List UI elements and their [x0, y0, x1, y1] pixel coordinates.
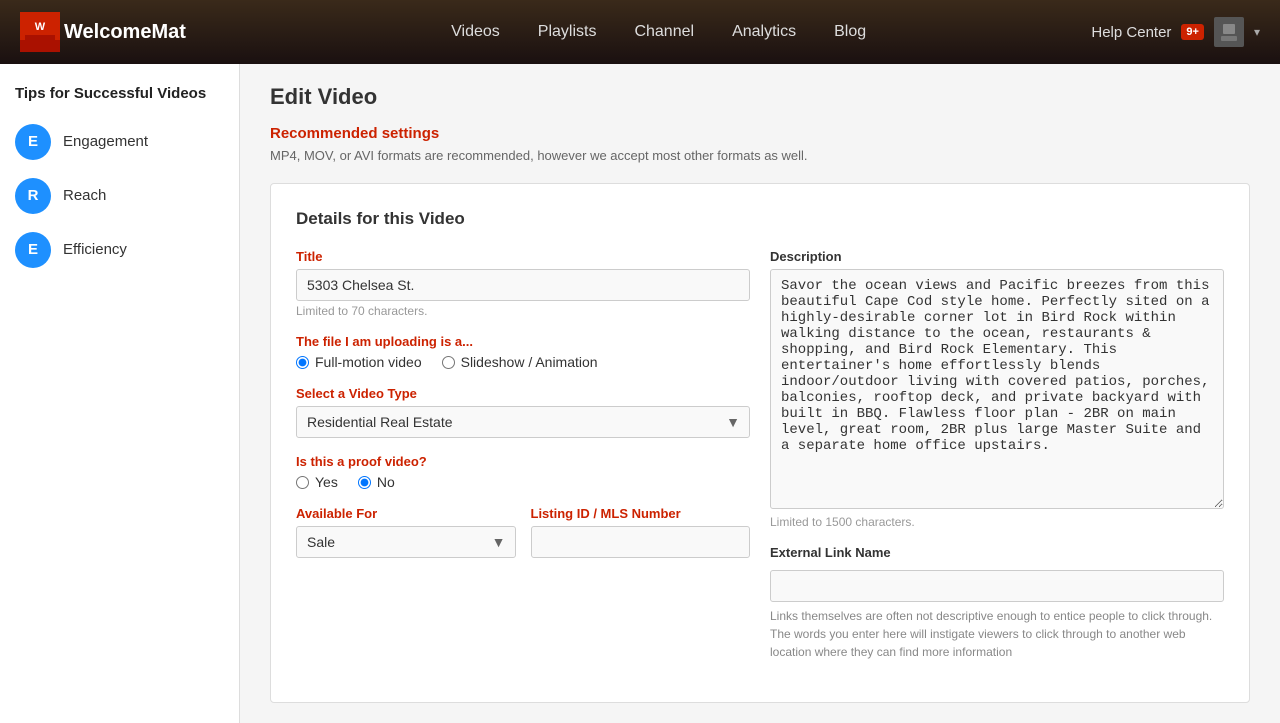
- listing-id-label: Listing ID / MLS Number: [531, 506, 751, 521]
- title-hint: Limited to 70 characters.: [296, 304, 750, 318]
- sidebar-item-efficiency[interactable]: E Efficiency: [15, 232, 224, 268]
- proof-video-label: Is this a proof video?: [296, 454, 750, 469]
- description-label: Description: [770, 249, 1224, 264]
- svg-text:W: W: [35, 21, 46, 33]
- header-right: Help Center 9+ ▾: [1091, 17, 1260, 47]
- form-grid: Title Limited to 70 characters. The file…: [296, 249, 1224, 677]
- nav-videos[interactable]: Videos: [447, 23, 504, 41]
- title-input[interactable]: [296, 269, 750, 301]
- proof-radio-group: Yes No: [296, 474, 750, 490]
- recommended-settings-text: MP4, MOV, or AVI formats are recommended…: [270, 148, 1250, 163]
- sidebar-item-engagement[interactable]: E Engagement: [15, 124, 224, 160]
- nav-playlists[interactable]: Playlists: [534, 23, 601, 41]
- logo-text: WelcomeMat: [64, 21, 186, 44]
- file-type-label: The file I am uploading is a...: [296, 334, 750, 349]
- proof-no-label: No: [377, 474, 395, 490]
- external-link-label: External Link Name: [770, 545, 1224, 560]
- nav-analytics[interactable]: Analytics: [728, 23, 800, 41]
- nav-channel[interactable]: Channel: [630, 23, 698, 41]
- description-hint: Limited to 1500 characters.: [770, 515, 1224, 529]
- listing-id-input[interactable]: [531, 526, 751, 558]
- available-listing-row: Available For Sale Rent Sold ▼: [296, 506, 750, 574]
- slideshow-radio[interactable]: [442, 356, 455, 369]
- proof-yes-label: Yes: [315, 474, 338, 490]
- reach-label: Reach: [63, 187, 106, 204]
- efficiency-label: Efficiency: [63, 241, 127, 258]
- recommended-settings-title: Recommended settings: [270, 125, 1250, 142]
- sidebar: Tips for Successful Videos E Engagement …: [0, 64, 240, 723]
- main-layout: Tips for Successful Videos E Engagement …: [0, 64, 1280, 723]
- full-motion-option[interactable]: Full-motion video: [296, 354, 422, 370]
- full-motion-label: Full-motion video: [315, 354, 422, 370]
- user-avatar[interactable]: [1214, 17, 1244, 47]
- video-type-select[interactable]: Residential Real Estate Commercial Real …: [296, 406, 750, 438]
- external-link-group: External Link Name Links themselves are …: [770, 545, 1224, 661]
- proof-no-radio[interactable]: [358, 476, 371, 489]
- file-type-radio-group: Full-motion video Slideshow / Animation: [296, 354, 750, 370]
- slideshow-label: Slideshow / Animation: [461, 354, 598, 370]
- title-label: Title: [296, 249, 750, 264]
- user-dropdown-arrow[interactable]: ▾: [1254, 25, 1260, 39]
- proof-video-group: Is this a proof video? Yes No: [296, 454, 750, 490]
- nav-blog[interactable]: Blog: [830, 23, 870, 41]
- sidebar-item-reach[interactable]: R Reach: [15, 178, 224, 214]
- available-for-label: Available For: [296, 506, 516, 521]
- available-for-select-wrapper: Sale Rent Sold ▼: [296, 526, 516, 558]
- form-left: Title Limited to 70 characters. The file…: [296, 249, 750, 677]
- listing-id-group: Listing ID / MLS Number: [531, 506, 751, 558]
- page-title: Edit Video: [270, 84, 1250, 110]
- sidebar-title: Tips for Successful Videos: [15, 84, 224, 104]
- video-type-label: Select a Video Type: [296, 386, 750, 401]
- description-group: Description Savor the ocean views and Pa…: [770, 249, 1224, 529]
- engagement-icon: E: [15, 124, 51, 160]
- form-section-title: Details for this Video: [296, 209, 1224, 229]
- reach-icon: R: [15, 178, 51, 214]
- proof-yes-option[interactable]: Yes: [296, 474, 338, 490]
- logo[interactable]: W WelcomeMat: [20, 12, 186, 52]
- description-textarea[interactable]: Savor the ocean views and Pacific breeze…: [770, 269, 1224, 509]
- efficiency-icon: E: [15, 232, 51, 268]
- help-center-link[interactable]: Help Center: [1091, 24, 1171, 41]
- header: W WelcomeMat Videos Playlists Channel An…: [0, 0, 1280, 64]
- main-nav: Videos Playlists Channel Analytics Blog: [226, 23, 1091, 41]
- logo-icon: W: [20, 12, 60, 52]
- available-for-group: Available For Sale Rent Sold ▼: [296, 506, 516, 558]
- video-type-select-wrapper: Residential Real Estate Commercial Real …: [296, 406, 750, 438]
- content-area: Edit Video Recommended settings MP4, MOV…: [240, 64, 1280, 723]
- external-link-hint: Links themselves are often not descripti…: [770, 607, 1224, 661]
- external-link-input[interactable]: [770, 570, 1224, 602]
- form-right: Description Savor the ocean views and Pa…: [770, 249, 1224, 677]
- title-group: Title Limited to 70 characters.: [296, 249, 750, 318]
- proof-no-option[interactable]: No: [358, 474, 395, 490]
- available-for-select[interactable]: Sale Rent Sold: [296, 526, 516, 558]
- proof-yes-radio[interactable]: [296, 476, 309, 489]
- slideshow-option[interactable]: Slideshow / Animation: [442, 354, 598, 370]
- engagement-label: Engagement: [63, 133, 148, 150]
- video-type-group: Select a Video Type Residential Real Est…: [296, 386, 750, 438]
- form-card: Details for this Video Title Limited to …: [270, 183, 1250, 703]
- full-motion-radio[interactable]: [296, 356, 309, 369]
- file-type-group: The file I am uploading is a... Full-mot…: [296, 334, 750, 370]
- notification-badge[interactable]: 9+: [1181, 24, 1204, 40]
